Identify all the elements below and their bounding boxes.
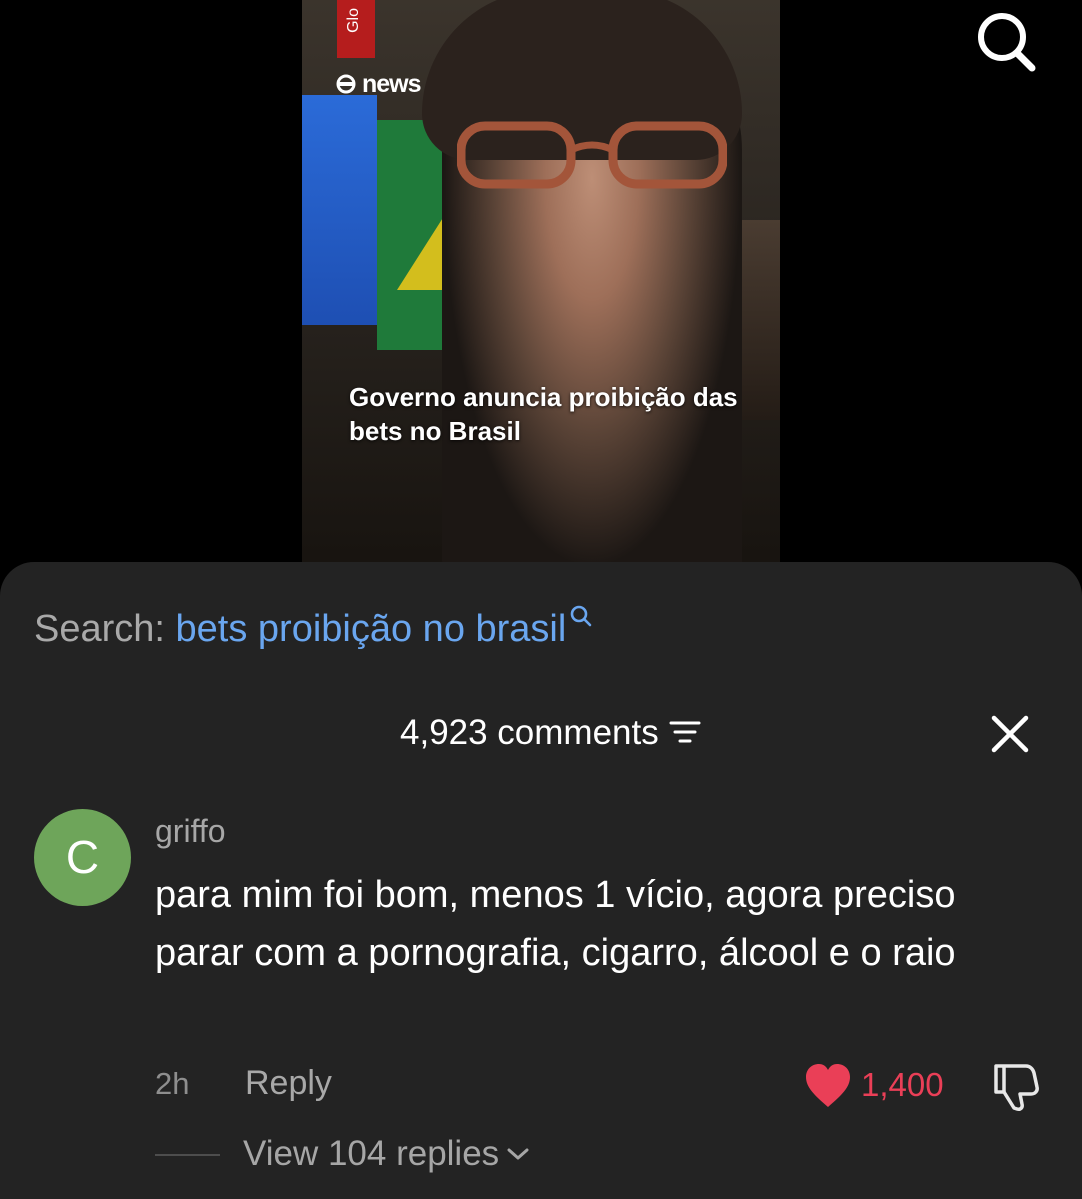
- close-comments-button[interactable]: [988, 712, 1032, 756]
- dislike-button[interactable]: [990, 1060, 1040, 1112]
- view-replies-label: View 104 replies: [243, 1134, 500, 1173]
- globo-logo-text: Glo: [345, 8, 362, 33]
- filter-icon[interactable]: [669, 718, 701, 746]
- like-button[interactable]: [804, 1063, 852, 1109]
- comment-timestamp: 2h: [155, 1066, 190, 1101]
- search-query-link[interactable]: bets proibição no brasil: [176, 608, 567, 650]
- heart-icon: [806, 1064, 850, 1107]
- reply-button[interactable]: Reply: [245, 1064, 332, 1103]
- search-query-icon: [571, 605, 592, 627]
- replies-divider: [155, 1154, 220, 1156]
- search-button[interactable]: [972, 8, 1038, 74]
- comments-count: 4,923 comments: [400, 713, 659, 752]
- globo-logo: Glo: [337, 0, 375, 58]
- view-replies-button[interactable]: View 104 replies: [243, 1134, 531, 1174]
- chevron-down-icon: [507, 1148, 529, 1160]
- close-icon: [991, 715, 1029, 753]
- comments-count-header[interactable]: 4,923 comments: [400, 713, 701, 753]
- comment-text: para mim foi bom, menos 1 vício, agora p…: [155, 874, 956, 974]
- dislike-icon: [994, 1064, 1039, 1111]
- search-label: Search:: [34, 608, 165, 650]
- like-count: 1,400: [861, 1066, 944, 1103]
- avatar[interactable]: C: [34, 809, 131, 906]
- video-player[interactable]: Glo news Governo anuncia proibição das b…: [302, 0, 780, 575]
- globo-circle-icon: [336, 74, 356, 94]
- comment-username[interactable]: griffo: [155, 813, 226, 850]
- glasses-shape: [457, 121, 727, 189]
- channel-label: news: [362, 70, 422, 98]
- search-icon: [978, 13, 1036, 72]
- search-suggestion[interactable]: Search: bets proibição no brasil: [34, 605, 594, 651]
- background-screen: [302, 95, 377, 325]
- gnews-logo: news: [336, 70, 422, 99]
- video-caption: Governo anuncia proibição das bets no Br…: [349, 382, 738, 446]
